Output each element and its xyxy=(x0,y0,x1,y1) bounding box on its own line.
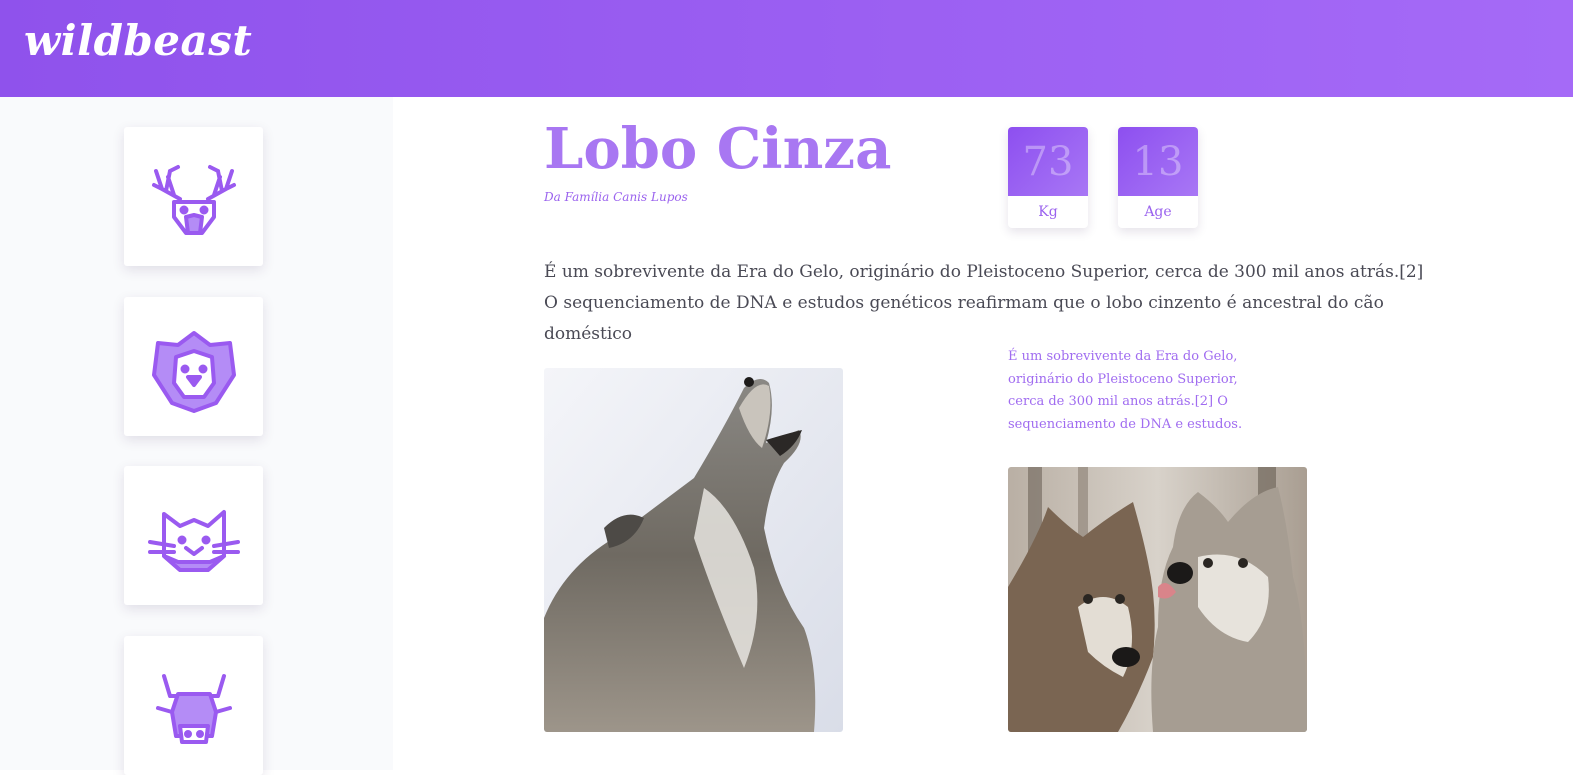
stat-age: 13 Age xyxy=(1118,127,1198,228)
animal-family: Da Família Canis Lupos xyxy=(544,190,688,204)
animal-title: Lobo Cinza xyxy=(544,116,892,182)
sidebar-item-cat[interactable] xyxy=(124,466,263,605)
cat-icon xyxy=(147,509,240,572)
animal-description: É um sobrevivente da Era do Gelo, origin… xyxy=(544,262,1424,344)
stat-weight-label: Kg xyxy=(1038,204,1058,220)
deer-icon xyxy=(151,164,236,235)
sidebar-item-bull[interactable] xyxy=(124,636,263,775)
stat-weight-value: 73 xyxy=(1008,127,1088,196)
stat-age-value: 13 xyxy=(1118,127,1198,196)
wolf-howling-photo xyxy=(544,368,843,732)
brand-logo[interactable]: wildbeast xyxy=(24,16,252,65)
sidebar-item-lion[interactable] xyxy=(124,297,263,436)
animal-note: É um sobrevivente da Era do Gelo, origin… xyxy=(1008,349,1243,432)
lion-icon xyxy=(151,330,236,413)
sidebar-item-deer[interactable] xyxy=(124,127,263,266)
bull-icon xyxy=(155,673,232,744)
top-bar: wildbeast xyxy=(0,0,1573,97)
wolves-pair-photo xyxy=(1008,467,1307,732)
stat-weight: 73 Kg xyxy=(1008,127,1088,228)
stat-age-label: Age xyxy=(1144,204,1172,220)
